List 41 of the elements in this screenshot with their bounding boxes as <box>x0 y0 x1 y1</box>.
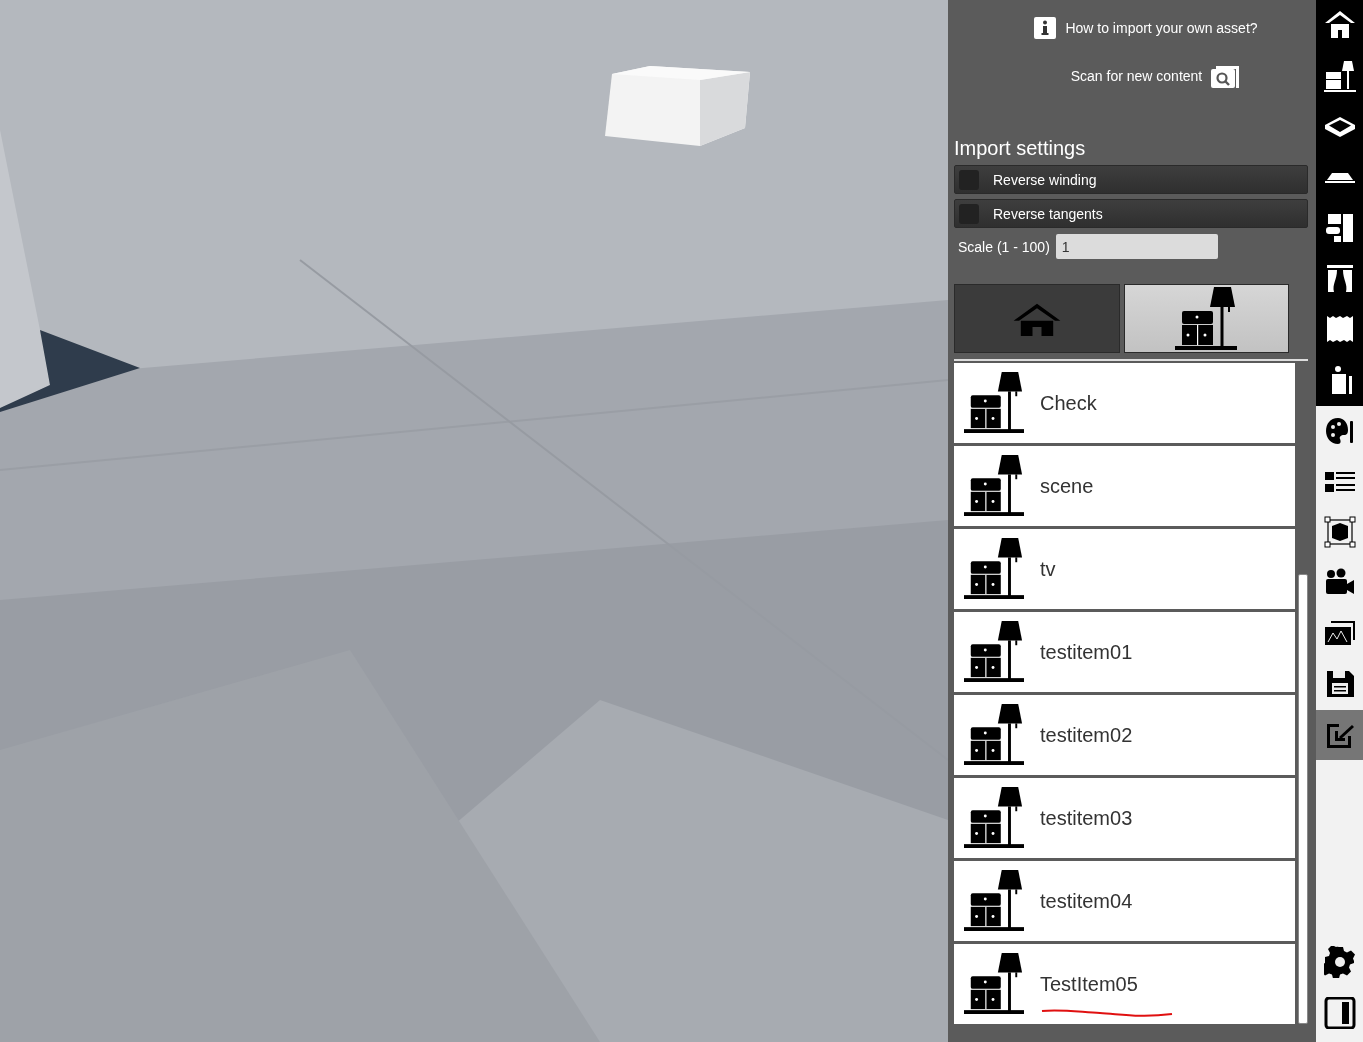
checkbox[interactable] <box>959 203 979 224</box>
asset-item[interactable]: testitem04 <box>954 861 1295 941</box>
category-tab[interactable] <box>1123 284 1289 353</box>
asset-name: Check <box>1040 391 1097 415</box>
section-title: Import settings <box>954 137 1087 160</box>
scrollbar-thumb[interactable] <box>1298 574 1308 1024</box>
asset-item[interactable]: tv <box>954 529 1295 609</box>
option-label: Reverse tangents <box>993 205 1103 222</box>
furniture-icon <box>964 953 1024 1015</box>
folder-search-icon <box>1211 64 1242 88</box>
furniture-icon <box>964 621 1024 683</box>
info-icon[interactable] <box>1034 17 1057 39</box>
asset-name: testitem02 <box>1040 723 1133 747</box>
help-link[interactable]: How to import your own asset? <box>1065 20 1258 36</box>
asset-item[interactable]: testitem03 <box>954 778 1295 858</box>
furniture-icon <box>1175 286 1238 351</box>
option-row[interactable]: Reverse tangents <box>954 199 1308 228</box>
asset-item[interactable]: scene <box>954 446 1295 526</box>
field-label: Scale (1 - 100) <box>958 238 1050 255</box>
furniture-icon <box>964 787 1024 849</box>
furniture-icon <box>964 455 1024 517</box>
asset-name: tv <box>1040 557 1056 581</box>
option-row[interactable]: Reverse winding <box>954 165 1308 194</box>
furniture-icon <box>964 704 1024 766</box>
asset-name: testitem01 <box>1040 640 1133 664</box>
asset-name: testitem03 <box>1040 806 1133 830</box>
asset-name: scene <box>1040 474 1094 498</box>
furniture-icon <box>964 372 1024 434</box>
asset-item[interactable]: testitem02 <box>954 695 1295 775</box>
option-label: Reverse winding <box>993 171 1097 188</box>
asset-item[interactable]: testitem01 <box>954 612 1295 692</box>
asset-name: testitem04 <box>1040 889 1133 913</box>
furniture-icon <box>964 538 1024 600</box>
scan-button[interactable]: Scan for new content <box>1070 64 1242 88</box>
asset-item[interactable]: Check <box>954 363 1295 443</box>
scale-field[interactable]: 1 <box>1055 234 1218 259</box>
asset-item[interactable]: TestItem05 <box>954 944 1295 1024</box>
furniture-icon <box>964 870 1024 932</box>
checkbox[interactable] <box>959 169 979 190</box>
asset-name: TestItem05 <box>1040 972 1138 996</box>
import-icon[interactable] <box>1316 709 1363 761</box>
